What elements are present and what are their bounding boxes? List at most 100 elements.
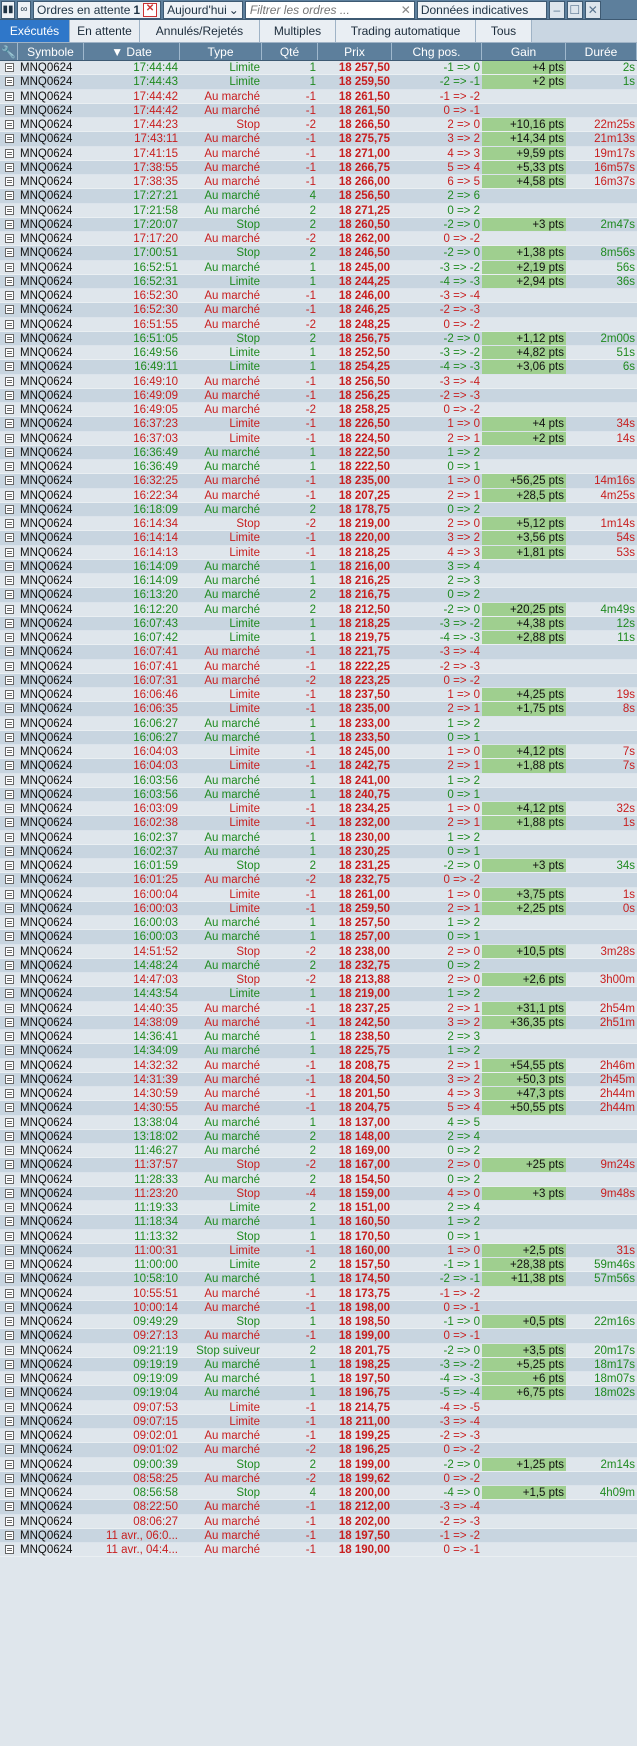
- order-detail-icon[interactable]: [0, 774, 18, 787]
- order-detail-icon[interactable]: [0, 161, 18, 174]
- table-row[interactable]: MNQ0624 10:58:10 Au marché 1 18 174,50 -2 => …: [0, 1272, 637, 1287]
- order-detail-icon[interactable]: [0, 61, 18, 74]
- order-detail-icon[interactable]: [0, 118, 18, 131]
- column-settings-icon[interactable]: 🔧: [0, 43, 18, 60]
- table-row[interactable]: MNQ0624 16:49:11 Limite 1 18 254,25 -4 => -3 +…: [0, 360, 637, 375]
- table-row[interactable]: MNQ0624 11:28:33 Au marché 2 18 154,50 0 => 2: [0, 1172, 637, 1187]
- order-detail-icon[interactable]: [0, 1030, 18, 1043]
- column-header-gain[interactable]: Gain: [482, 43, 566, 60]
- table-row[interactable]: MNQ0624 14:36:41 Au marché 1 18 238,50 2 => 3: [0, 1030, 637, 1045]
- order-detail-icon[interactable]: [0, 318, 18, 331]
- chart-icon[interactable]: ▮▮: [1, 0, 15, 19]
- table-row[interactable]: MNQ0624 16:52:30 Au marché -1 18 246,00 -3 =>…: [0, 289, 637, 304]
- table-row[interactable]: MNQ0624 16:07:41 Au marché -1 18 221,75 -3 =>…: [0, 645, 637, 660]
- order-detail-icon[interactable]: [0, 1101, 18, 1114]
- order-detail-icon[interactable]: [0, 1230, 18, 1243]
- order-detail-icon[interactable]: [0, 574, 18, 587]
- table-row[interactable]: MNQ0624 16:49:10 Au marché -1 18 256,50 -3 =>…: [0, 374, 637, 389]
- table-row[interactable]: MNQ0624 16:01:25 Au marché -2 18 232,75 0 => …: [0, 873, 637, 888]
- pending-orders-button[interactable]: Ordres en attente 1 ✕: [33, 0, 162, 19]
- order-detail-icon[interactable]: [0, 873, 18, 886]
- order-detail-icon[interactable]: [0, 517, 18, 530]
- table-row[interactable]: MNQ0624 17:38:35 Au marché -1 18 266,00 6 => …: [0, 175, 637, 190]
- order-detail-icon[interactable]: [0, 560, 18, 573]
- order-detail-icon[interactable]: [0, 831, 18, 844]
- table-row[interactable]: MNQ0624 16:07:43 Limite 1 18 218,25 -3 => -2 +…: [0, 616, 637, 631]
- link-icon[interactable]: ∞: [17, 0, 31, 19]
- order-detail-icon[interactable]: [0, 1386, 18, 1399]
- table-row[interactable]: MNQ0624 16:51:05 Stop 2 18 256,75 -2 => 0 +1,1…: [0, 331, 637, 346]
- order-detail-icon[interactable]: [0, 759, 18, 772]
- table-row[interactable]: MNQ0624 14:40:35 Au marché -1 18 237,25 2 => …: [0, 1001, 637, 1016]
- order-detail-icon[interactable]: [0, 745, 18, 758]
- table-row[interactable]: MNQ0624 16:49:09 Au marché -1 18 256,25 -2 =>…: [0, 388, 637, 403]
- order-detail-icon[interactable]: [0, 1529, 18, 1542]
- order-detail-icon[interactable]: [0, 1258, 18, 1271]
- table-row[interactable]: MNQ0624 11:37:57 Stop -2 18 167,00 2 => 0 +25 …: [0, 1158, 637, 1173]
- table-row[interactable]: MNQ0624 16:37:03 Limite -1 18 224,50 2 => 1 +2…: [0, 431, 637, 446]
- order-detail-icon[interactable]: [0, 688, 18, 701]
- table-row[interactable]: MNQ0624 16:32:25 Au marché -1 18 235,00 1 => …: [0, 474, 637, 489]
- order-detail-icon[interactable]: [0, 474, 18, 487]
- table-row[interactable]: MNQ0624 16:36:49 Au marché 1 18 222,50 1 => 2: [0, 445, 637, 460]
- table-row[interactable]: MNQ0624 17:00:51 Stop 2 18 246,50 -2 => 0 +1,3…: [0, 246, 637, 261]
- close-icon[interactable]: ✕: [584, 0, 601, 19]
- order-detail-icon[interactable]: [0, 1073, 18, 1086]
- table-row[interactable]: MNQ0624 11 avr., 06:0... Au marché -1 18 197…: [0, 1528, 637, 1543]
- table-row[interactable]: MNQ0624 17:44:42 Au marché -1 18 261,50 -1 =>…: [0, 89, 637, 104]
- table-row[interactable]: MNQ0624 16:07:42 Limite 1 18 219,75 -4 => -3 +…: [0, 631, 637, 646]
- table-row[interactable]: MNQ0624 09:19:09 Au marché 1 18 197,50 -4 => …: [0, 1372, 637, 1387]
- order-detail-icon[interactable]: [0, 218, 18, 231]
- table-row[interactable]: MNQ0624 08:58:25 Au marché -2 18 199,62 0 => …: [0, 1471, 637, 1486]
- order-detail-icon[interactable]: [0, 1087, 18, 1100]
- table-row[interactable]: MNQ0624 09:19:04 Au marché 1 18 196,75 -5 => …: [0, 1386, 637, 1401]
- table-row[interactable]: MNQ0624 17:27:21 Au marché 4 18 256,50 2 => 6: [0, 189, 637, 204]
- table-row[interactable]: MNQ0624 16:03:56 Au marché 1 18 240,75 0 => 1: [0, 787, 637, 802]
- order-detail-icon[interactable]: [0, 1144, 18, 1157]
- order-detail-icon[interactable]: [0, 1472, 18, 1485]
- table-row[interactable]: MNQ0624 08:06:27 Au marché -1 18 202,00 -2 =>…: [0, 1514, 637, 1529]
- table-row[interactable]: MNQ0624 16:07:41 Au marché -1 18 222,25 -2 =>…: [0, 659, 637, 674]
- order-detail-icon[interactable]: [0, 417, 18, 430]
- order-detail-icon[interactable]: [0, 1344, 18, 1357]
- order-detail-icon[interactable]: [0, 930, 18, 943]
- table-row[interactable]: MNQ0624 16:52:31 Limite 1 18 244,25 -4 => -3 +…: [0, 274, 637, 289]
- order-detail-icon[interactable]: [0, 90, 18, 103]
- table-row[interactable]: MNQ0624 09:49:29 Stop 1 18 198,50 -1 => 0 +0,5…: [0, 1315, 637, 1330]
- order-detail-icon[interactable]: [0, 489, 18, 502]
- order-detail-icon[interactable]: [0, 916, 18, 929]
- order-detail-icon[interactable]: [0, 389, 18, 402]
- table-row[interactable]: MNQ0624 11:00:00 Limite 2 18 157,50 -1 => 1 +2…: [0, 1258, 637, 1273]
- table-row[interactable]: MNQ0624 16:49:56 Limite 1 18 252,50 -3 => -2 +…: [0, 346, 637, 361]
- order-detail-icon[interactable]: [0, 603, 18, 616]
- order-detail-icon[interactable]: [0, 660, 18, 673]
- tab-all[interactable]: Tous: [476, 20, 532, 42]
- order-detail-icon[interactable]: [0, 945, 18, 958]
- order-detail-icon[interactable]: [0, 845, 18, 858]
- order-detail-icon[interactable]: [0, 1415, 18, 1428]
- table-row[interactable]: MNQ0624 16:00:03 Limite -1 18 259,50 2 => 1 +2…: [0, 901, 637, 916]
- order-detail-icon[interactable]: [0, 617, 18, 630]
- table-row[interactable]: MNQ0624 16:14:09 Au marché 1 18 216,25 2 => 3: [0, 574, 637, 589]
- order-detail-icon[interactable]: [0, 731, 18, 744]
- order-detail-icon[interactable]: [0, 1059, 18, 1072]
- order-detail-icon[interactable]: [0, 289, 18, 302]
- table-row[interactable]: MNQ0624 14:38:09 Au marché -1 18 242,50 3 => …: [0, 1015, 637, 1030]
- table-row[interactable]: MNQ0624 17:21:58 Au marché 2 18 271,25 0 => 2: [0, 203, 637, 218]
- table-row[interactable]: MNQ0624 17:43:11 Au marché -1 18 275,75 3 => …: [0, 132, 637, 147]
- table-row[interactable]: MNQ0624 17:17:20 Au marché -2 18 262,00 0 => …: [0, 232, 637, 247]
- maximize-icon[interactable]: ☐: [566, 0, 583, 19]
- order-detail-icon[interactable]: [0, 973, 18, 986]
- table-row[interactable]: MNQ0624 11 avr., 04:4... Au marché -1 18 190…: [0, 1543, 637, 1558]
- table-row[interactable]: MNQ0624 09:19:19 Au marché 1 18 198,25 -3 => …: [0, 1357, 637, 1372]
- order-detail-icon[interactable]: [0, 432, 18, 445]
- order-detail-icon[interactable]: [0, 346, 18, 359]
- table-row[interactable]: MNQ0624 16:06:35 Limite -1 18 235,00 2 => 1 +1…: [0, 702, 637, 717]
- table-row[interactable]: MNQ0624 09:07:53 Limite -1 18 214,75 -4 => -5: [0, 1400, 637, 1415]
- order-detail-icon[interactable]: [0, 802, 18, 815]
- order-detail-icon[interactable]: [0, 1187, 18, 1200]
- table-row[interactable]: MNQ0624 14:43:54 Limite 1 18 219,00 1 => 2: [0, 987, 637, 1002]
- order-detail-icon[interactable]: [0, 75, 18, 88]
- table-row[interactable]: MNQ0624 16:03:09 Limite -1 18 234,25 1 => 0 +4…: [0, 802, 637, 817]
- order-detail-icon[interactable]: [0, 303, 18, 316]
